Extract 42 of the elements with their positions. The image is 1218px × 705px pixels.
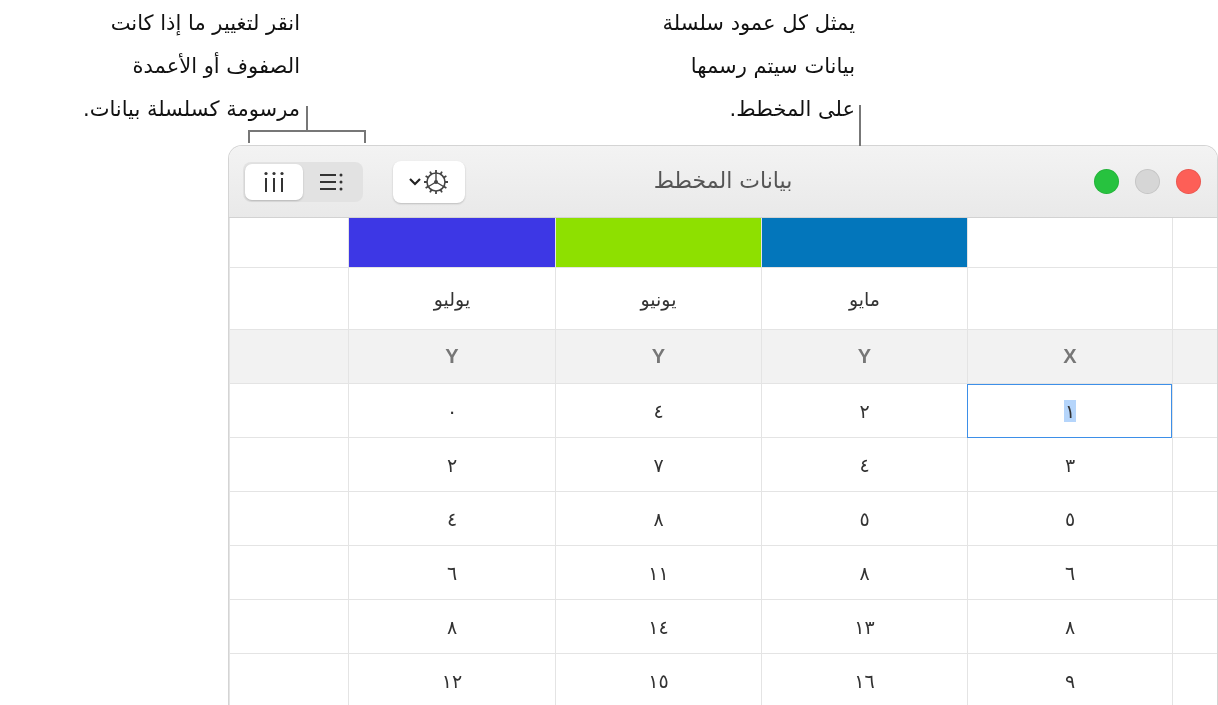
table-cell[interactable]: ٤ [555,384,761,438]
table-cell[interactable]: ٦ [967,546,1172,600]
table-cell[interactable]: ٤ [348,492,555,546]
table-cell[interactable]: ٨ [348,600,555,654]
series-color-swatch[interactable] [761,218,967,268]
series-color-swatch[interactable] [348,218,555,268]
table-cell[interactable]: ٧ [555,438,761,492]
callout-text: انقر لتغيير ما إذا كانت الصفوف أو الأعمدة مرسومة كسلسلة بيانات. [82,10,300,123]
segment-button[interactable] [245,163,303,200]
axis-header-cell: Y [555,330,761,384]
table-cell[interactable]: ٥ [967,492,1172,546]
series-name-cell[interactable]: يونيو [555,268,761,330]
axis-header-cell: Y [761,330,967,384]
chevron-down-icon [409,177,421,186]
header-cell [1172,330,1217,384]
columns-icon [263,170,285,193]
gear-icon [423,168,449,195]
settings-button[interactable] [393,160,465,203]
table-cell[interactable]: ٢ [761,384,967,438]
table-cell[interactable]: ٥ [761,492,967,546]
table-cell[interactable]: ٨ [761,546,967,600]
series-name-cell[interactable]: يوليو [348,268,555,330]
axis-header-cell: X [967,330,1172,384]
table-cell[interactable]: ١٤ [555,600,761,654]
table-cell[interactable]: ٠ [348,384,555,438]
table-cell[interactable]: ٦ [348,546,555,600]
table-cell[interactable]: ٨ [555,492,761,546]
table-cell[interactable]: ١١ [555,546,761,600]
table-cell[interactable]: ١٣ [761,600,967,654]
segmented-control[interactable] [243,161,363,202]
table-cell[interactable]: ٣ [967,438,1172,492]
list-icon [320,172,344,191]
table-cell[interactable]: ٢ [348,438,555,492]
table-cell[interactable]: ١ [967,384,1172,438]
callout-text: يمثل كل عمود سلسلة بيانات سيتم رسمها على المخطط. [662,10,855,123]
series-color-swatch[interactable] [555,218,761,268]
table-cell[interactable]: ٨ [967,600,1172,654]
series-name-cell[interactable]: مايو [761,268,967,330]
window-title: بيانات المخطط [653,168,793,193]
table-cell[interactable]: ٤ [761,438,967,492]
close-button[interactable] [1176,169,1201,194]
axis-header-cell: Y [348,330,555,384]
